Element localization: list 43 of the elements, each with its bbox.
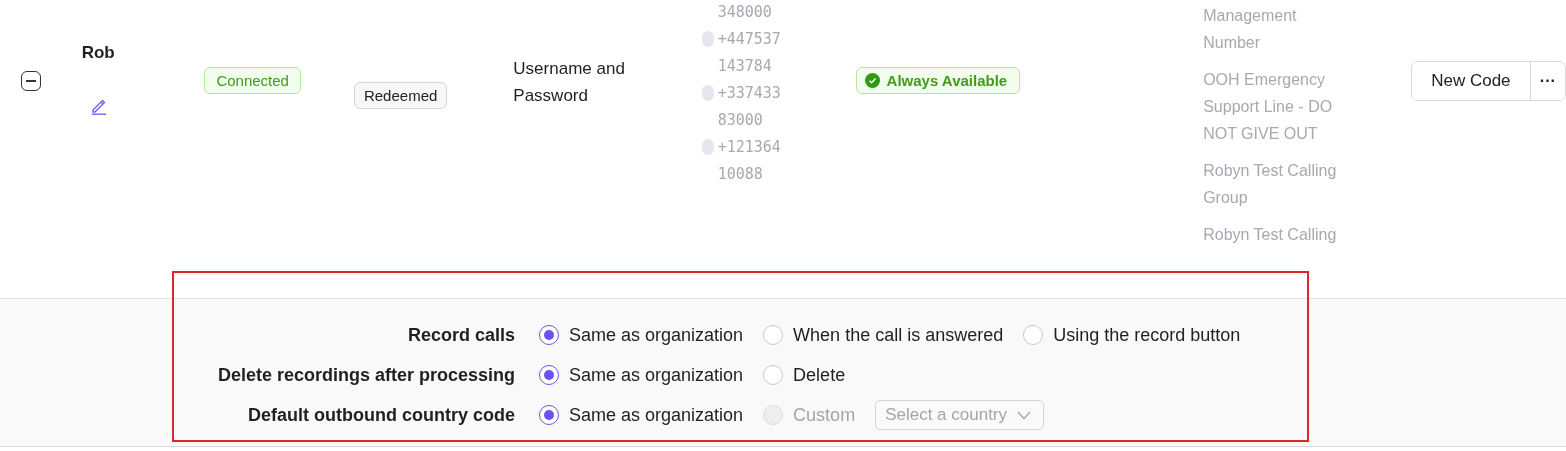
phone-number: 143784: [717, 56, 772, 75]
radio-button[interactable]: [1023, 325, 1044, 345]
pencil-icon[interactable]: [89, 97, 108, 115]
availability-badge: Always Available: [855, 67, 1021, 94]
auth-method: Username and Password: [513, 58, 626, 107]
phone-number: 348000: [717, 2, 772, 21]
collapse-icon[interactable]: [21, 71, 41, 91]
phone-icon: [701, 84, 714, 101]
option-label[interactable]: Same as organization: [569, 404, 744, 426]
radio-button[interactable]: [539, 405, 559, 425]
more-button[interactable]: ···: [1529, 62, 1565, 100]
group-name: Number: [1203, 33, 1262, 53]
radio-button[interactable]: [763, 325, 784, 345]
phone-icon: [701, 138, 714, 155]
setting-label: Default outbound country code: [247, 404, 516, 426]
phone-number: 10088: [717, 164, 763, 183]
radio-button[interactable]: [763, 365, 784, 385]
status-badge: Connected: [204, 67, 301, 94]
check-icon: [864, 73, 880, 88]
option-label[interactable]: Using the record button: [1053, 324, 1241, 346]
radio-button[interactable]: [539, 325, 559, 345]
option-label[interactable]: When the call is answered: [793, 324, 1004, 346]
setting-label: Delete recordings after processing: [216, 364, 516, 386]
group-name: Support Line - DO: [1203, 97, 1334, 117]
phone-number: +447537: [717, 29, 781, 48]
phone-number: 83000: [717, 110, 763, 129]
setting-label: Record calls: [406, 324, 516, 346]
phone-icon: [701, 30, 714, 47]
group-name: Management: [1203, 6, 1298, 26]
group-name: Robyn Test Calling: [1203, 161, 1338, 181]
option-label[interactable]: Same as organization: [569, 324, 744, 346]
option-label[interactable]: Same as organization: [569, 364, 744, 386]
option-label[interactable]: Delete: [793, 364, 846, 386]
group-name: Group: [1203, 188, 1249, 208]
group-name: OOH Emergency: [1203, 70, 1326, 90]
group-name: Robyn Test Calling: [1203, 225, 1338, 245]
chevron-down-icon: [1017, 410, 1032, 420]
radio-button[interactable]: [539, 365, 559, 385]
phone-number: +121364: [717, 137, 781, 156]
group-name: NOT GIVE OUT: [1203, 124, 1319, 144]
phone-number: +337433: [717, 83, 781, 102]
code-status-badge: Redeemed: [353, 82, 448, 109]
user-name: Rob: [81, 43, 115, 62]
